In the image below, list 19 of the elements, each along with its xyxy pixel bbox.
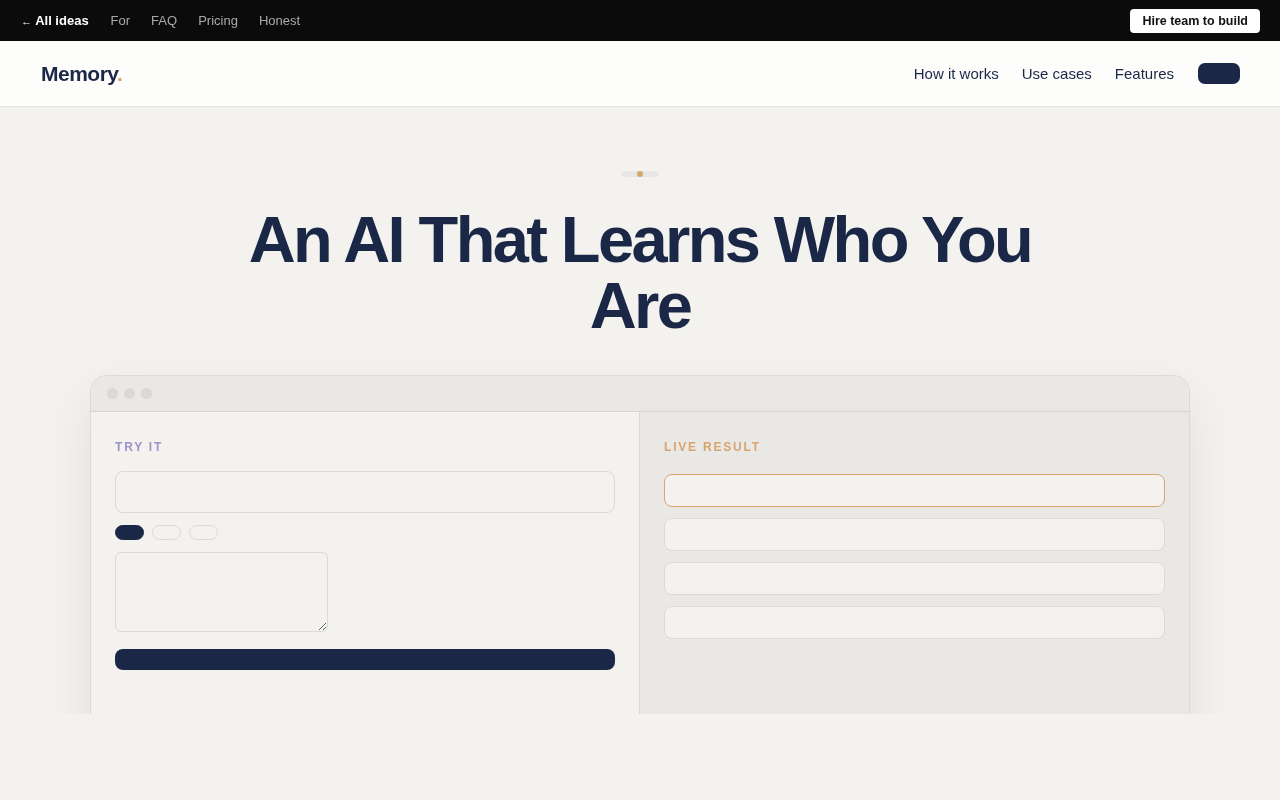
top-link[interactable]: FAQ xyxy=(151,13,178,28)
section-label: LIVE RESULT xyxy=(664,440,761,454)
nav-link[interactable]: Use cases xyxy=(1021,65,1092,82)
top-link[interactable]: Honest xyxy=(258,13,301,28)
top-link[interactable]: For xyxy=(110,13,131,28)
hire-button[interactable]: Hire team to build xyxy=(1130,8,1260,33)
option-chip[interactable] xyxy=(115,525,144,540)
logo[interactable]: Memory. xyxy=(41,61,123,86)
cta-button[interactable] xyxy=(1198,63,1240,84)
nav-link[interactable]: How it works xyxy=(913,65,999,82)
back-link[interactable]: ← All ideas xyxy=(21,13,89,28)
text-input[interactable] xyxy=(115,471,615,513)
section-label: TRY IT xyxy=(115,440,164,454)
nav-link[interactable]: Features xyxy=(1114,65,1174,82)
top-link[interactable]: Pricing xyxy=(198,13,238,28)
textarea-field[interactable] xyxy=(115,552,328,632)
submit-button[interactable] xyxy=(115,649,615,670)
dot-icon xyxy=(637,171,643,177)
hero-title: An AI That Learns Who You Are xyxy=(247,207,1033,339)
